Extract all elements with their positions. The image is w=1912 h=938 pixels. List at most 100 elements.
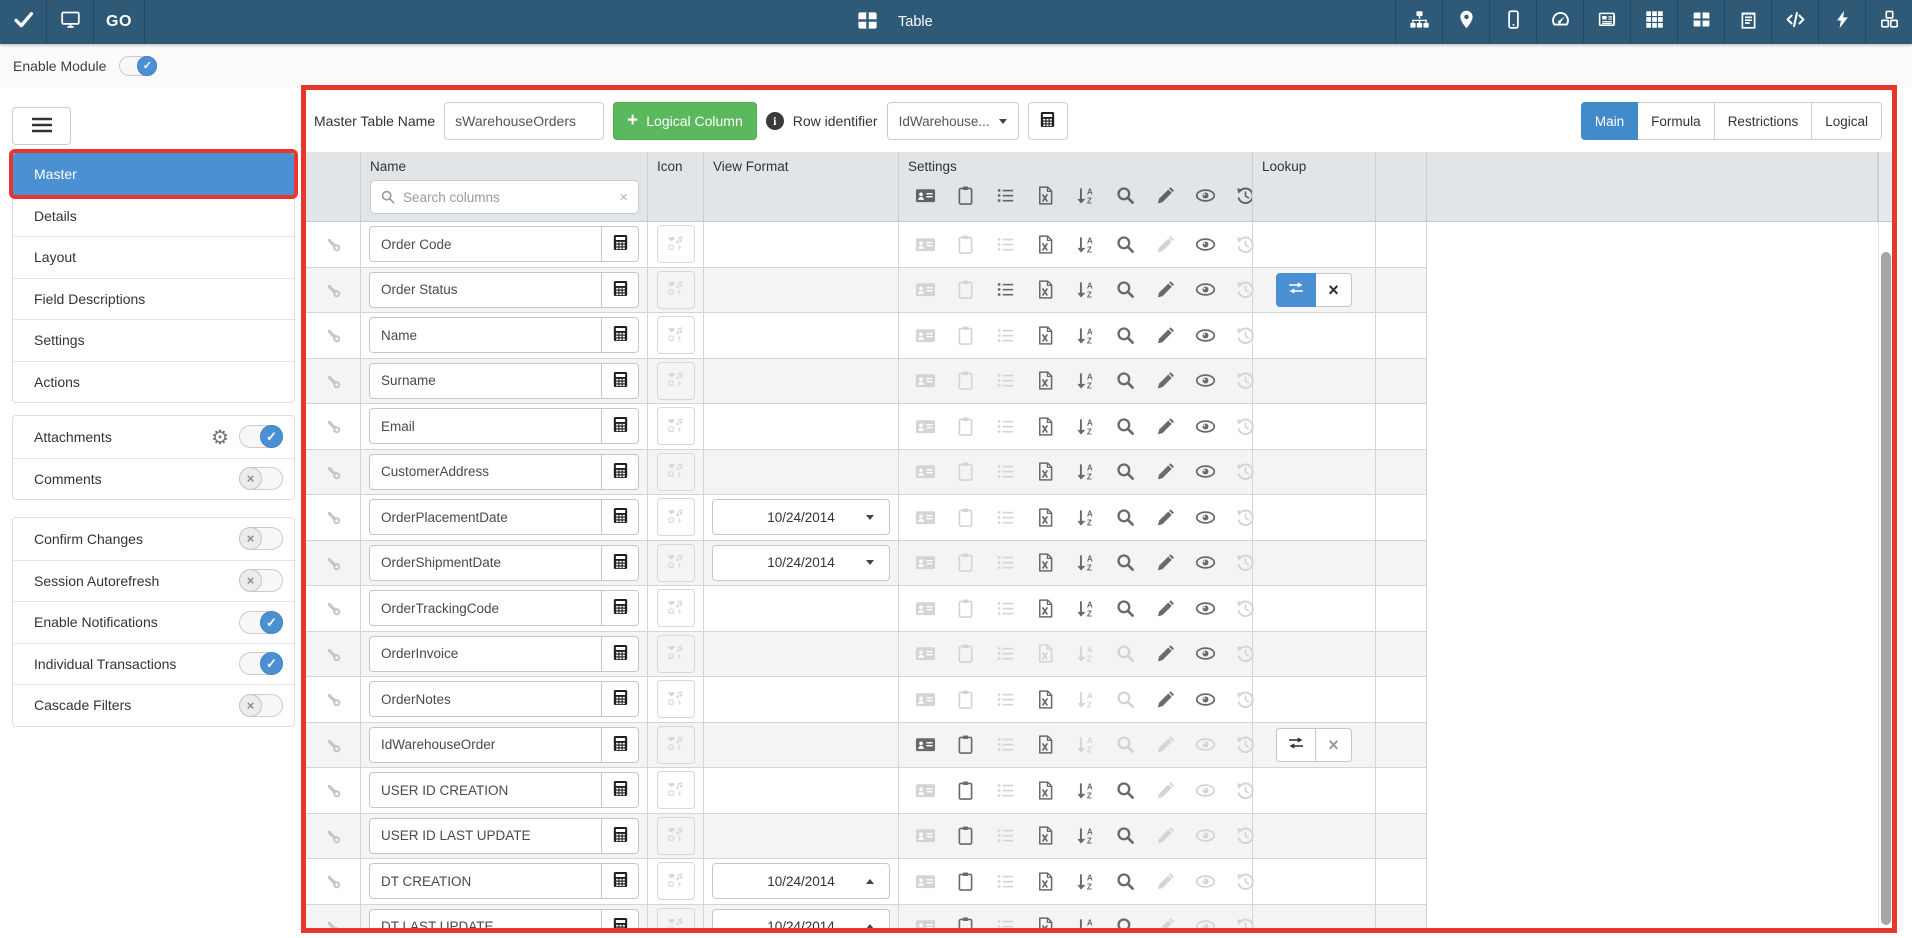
- dashboard-button[interactable]: [1536, 0, 1583, 44]
- enable-module-toggle[interactable]: ✓: [119, 56, 158, 76]
- excel-file-icon[interactable]: [1033, 642, 1057, 666]
- icon-picker-button[interactable]: [656, 316, 695, 355]
- calculator-button[interactable]: [601, 226, 639, 263]
- id-card-icon[interactable]: [913, 278, 937, 302]
- id-card-icon[interactable]: [913, 369, 937, 393]
- calculator-button[interactable]: [601, 499, 639, 536]
- scrollbar-thumb[interactable]: [1880, 252, 1891, 925]
- icon-picker-button[interactable]: [656, 907, 695, 928]
- eye-icon[interactable]: [1193, 824, 1217, 848]
- pencil-icon[interactable]: [1153, 596, 1177, 620]
- clipboard-icon[interactable]: [953, 460, 977, 484]
- clipboard-icon[interactable]: [953, 778, 977, 802]
- icon-picker-button[interactable]: [656, 816, 695, 855]
- column-name-input[interactable]: [369, 453, 601, 490]
- calculator-button[interactable]: [601, 544, 639, 581]
- lookup-remove-button[interactable]: ×: [1316, 272, 1352, 307]
- search-icon[interactable]: [1113, 915, 1137, 928]
- icon-picker-button[interactable]: [656, 452, 695, 491]
- id-card-icon[interactable]: [913, 323, 937, 347]
- eye-icon[interactable]: [1193, 323, 1217, 347]
- preview-button[interactable]: [47, 0, 94, 44]
- search-icon[interactable]: [1113, 687, 1137, 711]
- pencil-icon[interactable]: [1153, 414, 1177, 438]
- eye-icon[interactable]: [1193, 869, 1217, 893]
- eye-icon[interactable]: [1193, 414, 1217, 438]
- list-icon[interactable]: [993, 505, 1017, 529]
- grid-button[interactable]: [1630, 0, 1677, 44]
- clipboard-icon[interactable]: [953, 687, 977, 711]
- sidebar-item-actions[interactable]: Actions: [13, 360, 294, 403]
- excel-file-icon[interactable]: [1033, 869, 1057, 893]
- icon-picker-button[interactable]: [656, 361, 695, 400]
- gear-icon[interactable]: ⚙: [211, 427, 229, 447]
- list-icon[interactable]: [993, 915, 1017, 928]
- search-icon[interactable]: [1113, 505, 1137, 529]
- clipboard-icon[interactable]: [953, 551, 977, 575]
- sort-alpha-icon[interactable]: AZ: [1073, 278, 1097, 302]
- eye-icon[interactable]: [1193, 596, 1217, 620]
- sort-alpha-icon[interactable]: AZ: [1073, 596, 1097, 620]
- search-icon[interactable]: [1113, 733, 1137, 757]
- id-card-icon[interactable]: [913, 778, 937, 802]
- search-columns-input[interactable]: [403, 189, 612, 205]
- list-icon[interactable]: [993, 460, 1017, 484]
- sort-alpha-icon[interactable]: AZ: [1073, 414, 1097, 438]
- search-icon[interactable]: [1113, 460, 1137, 484]
- sort-alpha-icon[interactable]: AZ: [1073, 232, 1097, 256]
- list-icon[interactable]: [993, 369, 1017, 393]
- clipboard-icon[interactable]: [953, 323, 977, 347]
- sort-alpha-icon[interactable]: AZ: [1073, 687, 1097, 711]
- pencil-icon[interactable]: [1153, 232, 1177, 256]
- icon-picker-button[interactable]: [656, 680, 695, 719]
- code-button[interactable]: [1771, 0, 1818, 44]
- session-autorefresh-toggle[interactable]: ×: [239, 569, 283, 593]
- list-icon[interactable]: [993, 596, 1017, 620]
- menu-button[interactable]: [12, 107, 71, 145]
- calculator-button[interactable]: [601, 271, 639, 308]
- mobile-button[interactable]: [1489, 0, 1536, 44]
- sort-alpha-icon[interactable]: AZ: [1073, 824, 1097, 848]
- eye-icon[interactable]: [1193, 915, 1217, 928]
- tab-formula[interactable]: Formula: [1638, 102, 1715, 140]
- sidebar-item-details[interactable]: Details: [13, 194, 294, 237]
- search-icon[interactable]: [1113, 278, 1137, 302]
- list-icon[interactable]: [993, 733, 1017, 757]
- column-name-input[interactable]: [369, 544, 601, 581]
- eye-icon[interactable]: [1193, 278, 1217, 302]
- calculator-button[interactable]: [601, 681, 639, 718]
- pencil-icon[interactable]: [1153, 642, 1177, 666]
- sort-alpha-icon[interactable]: AZ: [1073, 369, 1097, 393]
- sidebar-item-field-descriptions[interactable]: Field Descriptions: [13, 277, 294, 320]
- eye-icon[interactable]: [1193, 232, 1217, 256]
- map-button[interactable]: [1442, 0, 1489, 44]
- list-icon[interactable]: [993, 278, 1017, 302]
- list-icon[interactable]: [993, 183, 1017, 207]
- sort-alpha-icon[interactable]: AZ: [1073, 551, 1097, 575]
- column-name-input[interactable]: [369, 772, 601, 809]
- sort-alpha-icon[interactable]: AZ: [1073, 183, 1097, 207]
- calculator-button[interactable]: [601, 317, 639, 354]
- calculator-button[interactable]: [601, 408, 639, 445]
- pencil-icon[interactable]: [1153, 869, 1177, 893]
- tab-logical[interactable]: Logical: [1812, 102, 1882, 140]
- bolt-button[interactable]: [1818, 0, 1865, 44]
- comments-toggle[interactable]: ×: [239, 467, 283, 491]
- list-icon[interactable]: [993, 323, 1017, 347]
- lookup-remove-button[interactable]: ×: [1316, 727, 1352, 762]
- pencil-icon[interactable]: [1153, 551, 1177, 575]
- clipboard-icon[interactable]: [953, 869, 977, 893]
- clipboard-icon[interactable]: [953, 414, 977, 438]
- clipboard-icon[interactable]: [953, 824, 977, 848]
- list-icon[interactable]: [993, 551, 1017, 575]
- column-name-input[interactable]: [369, 499, 601, 536]
- excel-file-icon[interactable]: [1033, 414, 1057, 438]
- excel-file-icon[interactable]: [1033, 733, 1057, 757]
- clear-search-icon[interactable]: ×: [619, 190, 628, 205]
- id-card-icon[interactable]: [913, 414, 937, 438]
- tab-restrictions[interactable]: Restrictions: [1714, 102, 1813, 140]
- sidebar-item-layout[interactable]: Layout: [13, 236, 294, 278]
- column-name-input[interactable]: [369, 362, 601, 399]
- table-button[interactable]: [1677, 0, 1724, 44]
- list-icon[interactable]: [993, 778, 1017, 802]
